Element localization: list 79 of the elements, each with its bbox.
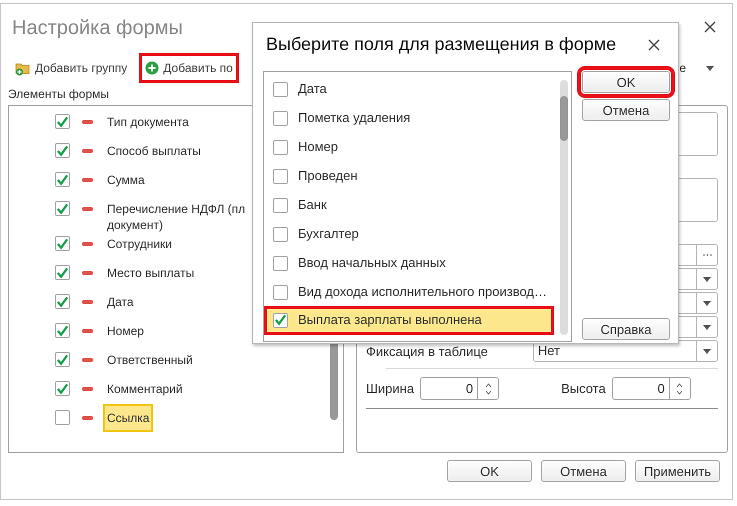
dialog-button[interactable]: Отмена — [541, 460, 626, 482]
tree-item[interactable]: Дата — [103, 292, 138, 312]
tree-item[interactable]: Сумма — [103, 170, 149, 190]
tree-item[interactable]: Перечисление НДФЛ (пл документ) — [103, 199, 250, 235]
minus-icon — [82, 242, 93, 246]
tree-item[interactable]: Место выплаты — [103, 263, 198, 283]
checkbox[interactable] — [273, 110, 288, 126]
checkbox[interactable] — [273, 168, 288, 184]
checkbox[interactable] — [55, 352, 70, 367]
checkbox[interactable] — [55, 201, 70, 216]
spin-arrows-icon[interactable] — [486, 382, 491, 394]
minus-icon — [82, 271, 93, 275]
dialog-title: Выберите поля для размещения в форме — [266, 34, 616, 55]
list-item[interactable]: Ввод начальных данных — [264, 248, 554, 277]
plus-circle-icon — [145, 61, 160, 75]
list-item[interactable]: Дата — [264, 74, 554, 103]
list-item[interactable]: Проведен — [264, 161, 554, 190]
caret-icon[interactable] — [703, 348, 711, 354]
dialog-button[interactable]: Отмена — [582, 99, 670, 121]
field-label: Ширина — [366, 381, 414, 396]
checkbox[interactable] — [273, 256, 288, 270]
minus-icon — [82, 149, 93, 153]
toolbar-menu-label: е — [679, 61, 686, 75]
close-icon[interactable] — [704, 21, 716, 33]
close-icon[interactable] — [648, 38, 660, 50]
tree-item[interactable]: Ответственный — [103, 350, 197, 370]
number-field[interactable]: 0 — [420, 377, 500, 400]
checkbox[interactable] — [273, 226, 288, 242]
field-label: Фиксация в таблице — [366, 344, 488, 358]
checkbox[interactable] — [273, 284, 288, 300]
tree-item[interactable]: Сотрудники — [103, 234, 176, 254]
checkbox[interactable] — [55, 143, 70, 158]
list-item[interactable]: Банк — [264, 190, 554, 219]
spin-arrows-icon[interactable] — [677, 382, 682, 394]
minus-icon — [82, 120, 93, 124]
checkbox[interactable] — [55, 381, 70, 396]
minus-icon — [82, 387, 93, 391]
checkbox[interactable] — [55, 114, 70, 129]
window-title: Настройка формы — [12, 16, 183, 40]
checkbox[interactable] — [273, 140, 288, 154]
list-item[interactable]: Вид дохода исполнительного производ… — [264, 277, 554, 306]
tree-item[interactable]: Тип документа — [103, 112, 193, 132]
caret-icon[interactable] — [706, 66, 714, 70]
tree-item[interactable]: Ссылка — [103, 404, 154, 432]
section-label: Элементы формы — [8, 87, 110, 103]
tree-item[interactable]: Номер — [103, 321, 148, 341]
dialog-button[interactable]: Справка — [582, 318, 670, 340]
scrollbar[interactable] — [560, 80, 568, 335]
checkbox[interactable] — [55, 323, 70, 338]
checkbox[interactable] — [273, 198, 288, 212]
minus-icon — [82, 329, 93, 333]
checkbox[interactable] — [55, 236, 70, 251]
add-field-button[interactable]: Добавить по — [139, 53, 239, 83]
caret-icon[interactable] — [703, 276, 711, 282]
number-field[interactable]: 0 — [612, 377, 691, 400]
field-label: Высота — [561, 381, 606, 396]
minus-icon — [82, 416, 93, 420]
checkbox[interactable] — [55, 410, 70, 425]
add-group-button[interactable]: Добавить группу — [9, 53, 134, 83]
checkbox[interactable] — [55, 265, 70, 280]
list-item[interactable]: Номер — [264, 132, 554, 161]
minus-icon — [82, 358, 93, 362]
dialog-button[interactable]: Применить — [635, 460, 720, 482]
minus-icon — [82, 207, 93, 211]
checkbox[interactable] — [273, 82, 288, 96]
minus-icon — [82, 178, 93, 182]
caret-icon[interactable] — [703, 324, 711, 330]
minus-icon — [82, 300, 93, 304]
tree-item[interactable]: Комментарий — [103, 379, 187, 399]
dialog-button[interactable]: OK — [447, 460, 532, 482]
folder-add-icon — [15, 60, 31, 76]
checkbox[interactable] — [55, 294, 70, 309]
tree-item[interactable]: Способ выплаты — [103, 141, 205, 161]
list-item[interactable]: Выплата зарплаты выполнена — [264, 306, 554, 335]
checkbox[interactable] — [55, 172, 70, 187]
list-item[interactable]: Пометка удаления — [264, 103, 554, 132]
checkbox[interactable] — [273, 312, 288, 328]
caret-icon[interactable] — [703, 300, 711, 306]
list-item[interactable]: Бухгалтер — [264, 219, 554, 248]
